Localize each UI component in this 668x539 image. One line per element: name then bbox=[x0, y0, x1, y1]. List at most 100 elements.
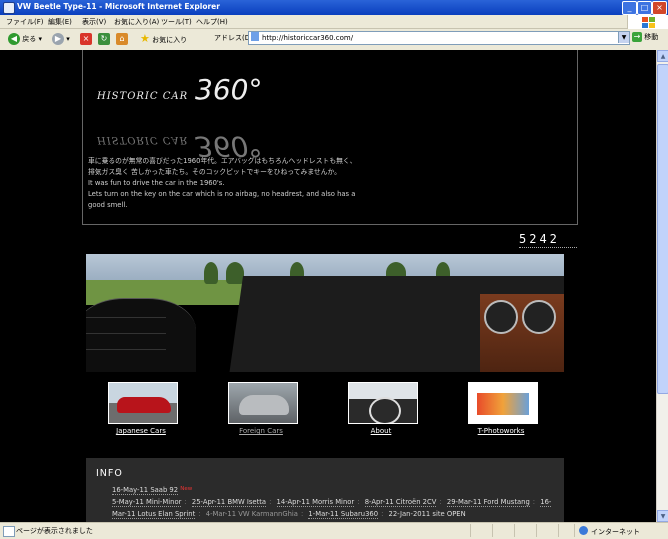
category-japanese-cars[interactable]: Japanese Cars bbox=[86, 382, 196, 442]
category-t-photoworks[interactable]: T-Photoworks bbox=[446, 382, 556, 442]
info-link[interactable]: 16- bbox=[540, 498, 552, 507]
info-link[interactable]: 25-Apr-11 BMW Isetta bbox=[191, 498, 267, 507]
info-date: 14-Apr-11 bbox=[276, 498, 310, 506]
category-label[interactable]: T-Photoworks bbox=[446, 427, 556, 435]
favorites-button[interactable]: ★ お気に入り bbox=[140, 32, 187, 46]
title-bar: VW Beetle Type-11 - Microsoft Internet E… bbox=[0, 0, 668, 15]
scroll-up-button[interactable]: ▲ bbox=[657, 50, 668, 62]
go-button[interactable]: → 移動 bbox=[632, 32, 658, 42]
status-bar: ページが表示されました インターネット bbox=[0, 522, 668, 539]
info-car-name: Morris Minor bbox=[312, 498, 355, 506]
status-cell bbox=[514, 524, 515, 537]
info-date: 25-Apr-11 bbox=[191, 498, 226, 506]
category-thumbnails: Japanese Cars Foreign Cars About T-Photo… bbox=[86, 382, 564, 442]
security-zone: インターネット bbox=[579, 526, 640, 537]
menu-view[interactable]: 表示(V) bbox=[82, 17, 106, 27]
status-cell bbox=[558, 524, 559, 537]
zone-label: インターネット bbox=[591, 528, 640, 536]
vertical-scrollbar[interactable]: ▲ ▼ bbox=[656, 50, 668, 522]
description-line: It was fun to drive the car in the 1960'… bbox=[88, 179, 225, 187]
chevron-down-icon: ▾ bbox=[38, 35, 42, 43]
back-button[interactable]: ◀ 戻る ▾ bbox=[8, 32, 42, 46]
info-link[interactable]: 14-Apr-11 Morris Minor bbox=[276, 498, 355, 507]
logo-number: 360° bbox=[195, 73, 263, 106]
thumbnail-image[interactable] bbox=[468, 382, 538, 424]
site-logo[interactable]: HISTORIC CAR 360° HISTORIC CAR 360° bbox=[97, 73, 277, 163]
info-panel: INFO 16-May-11 Saab 92 New 5-May-11 Mini… bbox=[86, 458, 564, 522]
stop-button[interactable]: × bbox=[80, 32, 92, 46]
description-line: 排気ガス臭く 苦しかった車たち。そのコックピットでキーをひねってみませんか。 bbox=[88, 168, 341, 176]
thumbnail-image[interactable] bbox=[348, 382, 418, 424]
category-about[interactable]: About bbox=[326, 382, 436, 442]
menu-bar: ファイル(F) 編集(E) 表示(V) お気に入り(A) ツール(T) ヘルプ(… bbox=[0, 15, 668, 29]
category-foreign-cars[interactable]: Foreign Cars bbox=[206, 382, 316, 442]
scroll-down-button[interactable]: ▼ bbox=[657, 510, 668, 522]
refresh-icon: ↻ bbox=[98, 33, 110, 45]
menu-tools[interactable]: ツール(T) bbox=[161, 17, 192, 27]
menu-favorites[interactable]: お気に入り(A) bbox=[114, 17, 159, 27]
forward-button[interactable]: ▶ ▾ bbox=[52, 32, 70, 46]
info-date: 8-Apr-11 bbox=[364, 498, 394, 506]
address-input[interactable]: http://historiccar360.com/ bbox=[248, 31, 630, 45]
status-cell bbox=[574, 524, 575, 537]
star-icon: ★ bbox=[140, 32, 150, 45]
info-text: 22-Jan-2011 site OPEN bbox=[389, 510, 466, 518]
thumbnail-image[interactable] bbox=[108, 382, 178, 424]
info-car-name: Mini-Minor bbox=[145, 498, 182, 506]
info-date: 22-Jan-2011 bbox=[388, 510, 431, 518]
info-link[interactable]: 5-May-11 Mini-Minor bbox=[112, 498, 182, 507]
menu-edit[interactable]: 編集(E) bbox=[48, 17, 72, 27]
description-line: good smell. bbox=[88, 201, 128, 209]
info-car-name: VW KarmannGhia bbox=[238, 510, 298, 518]
info-car-name: Citroën 2CV bbox=[395, 498, 437, 506]
new-badge: New bbox=[180, 486, 193, 492]
info-link[interactable]: 16-May-11 Saab 92 bbox=[112, 486, 179, 495]
counter-value: 5242 bbox=[519, 232, 560, 246]
info-date: 16-May-11 bbox=[112, 486, 149, 494]
thumbnail-image[interactable] bbox=[228, 382, 298, 424]
info-date: 29-Mar-11 bbox=[446, 498, 482, 506]
stop-icon: × bbox=[80, 33, 92, 45]
visitor-counter: 5242 bbox=[519, 232, 577, 248]
favorites-label: お気に入り bbox=[152, 36, 188, 44]
page-viewport: HISTORIC CAR 360° HISTORIC CAR 360° 車に乗る… bbox=[0, 50, 656, 522]
tree-shape bbox=[204, 262, 218, 284]
info-date: 1-Mar-11 bbox=[308, 510, 339, 518]
minimize-button[interactable]: _ bbox=[622, 1, 637, 15]
info-heading: INFO bbox=[96, 468, 123, 479]
info-link[interactable]: 8-Apr-11 Citroën 2CV bbox=[364, 498, 437, 507]
logo-text-reflection: HISTORIC CAR bbox=[97, 134, 189, 145]
category-label[interactable]: Japanese Cars bbox=[86, 427, 196, 435]
site-header: HISTORIC CAR 360° HISTORIC CAR 360° 車に乗る… bbox=[82, 50, 578, 225]
info-car-name: Ford Mustang bbox=[483, 498, 530, 506]
info-link[interactable]: 29-Mar-11 Ford Mustang bbox=[446, 498, 530, 507]
info-row: Mar-11 Lotus Elan Sprint: 4-Mar-11 VW Ka… bbox=[112, 510, 466, 519]
refresh-button[interactable]: ↻ bbox=[98, 32, 110, 46]
info-link[interactable]: 1-Mar-11 Subaru360 bbox=[308, 510, 379, 519]
info-row: 16-May-11 Saab 92 New bbox=[112, 486, 193, 495]
banner-seat bbox=[86, 298, 196, 372]
back-arrow-icon: ◀ bbox=[8, 33, 20, 45]
menu-file[interactable]: ファイル(F) bbox=[6, 17, 44, 27]
home-button[interactable]: ⌂ bbox=[116, 32, 128, 46]
maximize-button[interactable]: □ bbox=[637, 1, 652, 15]
windows-logo-icon bbox=[627, 15, 668, 29]
globe-icon bbox=[579, 526, 588, 535]
window-title: VW Beetle Type-11 - Microsoft Internet E… bbox=[17, 2, 220, 11]
status-cell bbox=[536, 524, 537, 537]
site-description: 車に乗るのが無常の喜びだった1960年代。エアバッグはもちろんヘッドレストも無く… bbox=[88, 156, 388, 211]
info-date: Mar-11 bbox=[112, 510, 136, 518]
info-link[interactable]: Mar-11 Lotus Elan Sprint bbox=[112, 510, 196, 519]
close-button[interactable]: × bbox=[652, 1, 667, 15]
forward-arrow-icon: ▶ bbox=[52, 33, 64, 45]
seat-stitch bbox=[86, 317, 166, 318]
info-link[interactable]: 4-Mar-11 VW KarmannGhia bbox=[206, 510, 298, 518]
category-label[interactable]: Foreign Cars bbox=[206, 427, 316, 435]
status-text: ページが表示されました bbox=[16, 527, 93, 535]
address-dropdown-button[interactable]: ▼ bbox=[618, 32, 629, 43]
category-label[interactable]: About bbox=[326, 427, 436, 435]
info-row: 5-May-11 Mini-Minor: 25-Apr-11 BMW Isett… bbox=[112, 498, 552, 507]
menu-help[interactable]: ヘルプ(H) bbox=[196, 17, 228, 27]
address-value: http://historiccar360.com/ bbox=[262, 34, 354, 42]
scrollbar-thumb[interactable] bbox=[657, 64, 668, 394]
